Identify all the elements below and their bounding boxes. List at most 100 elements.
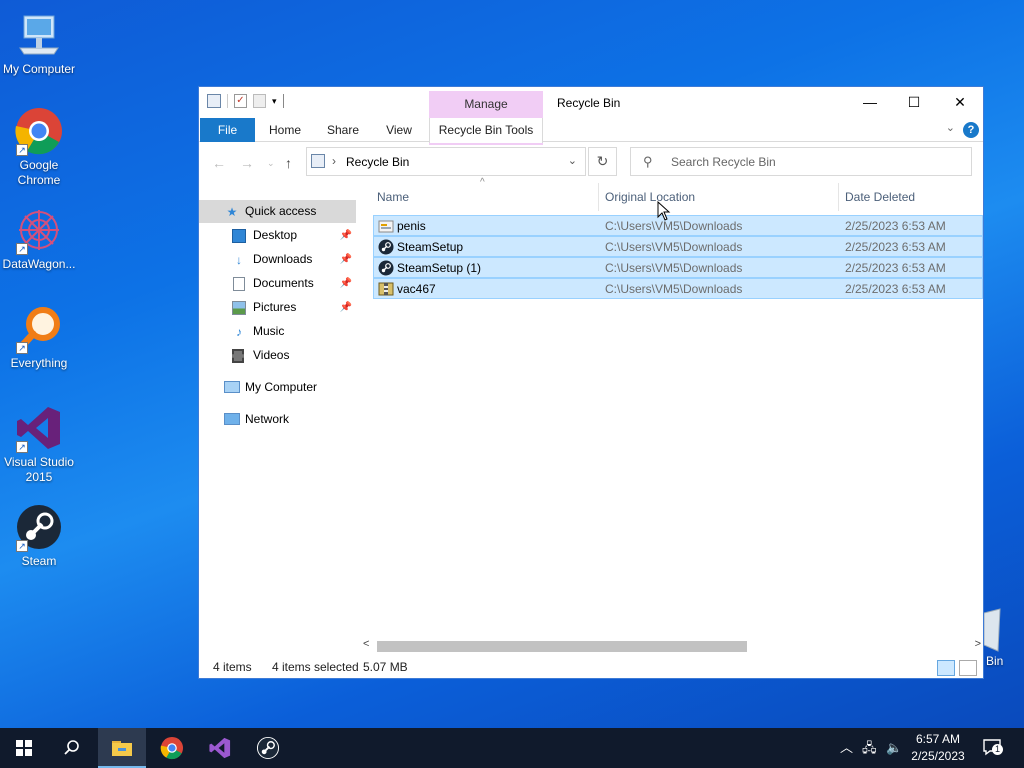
visual-studio-icon: ↗ bbox=[14, 403, 64, 453]
star-icon: ★ bbox=[226, 205, 238, 219]
sidebar-item-pictures[interactable]: Pictures 📌 bbox=[199, 296, 356, 319]
network-tray-icon[interactable]: 🖧 bbox=[862, 728, 877, 768]
file-list: ^ Name Original Location Date Deleted pe… bbox=[373, 177, 985, 638]
manage-label[interactable]: Manage bbox=[429, 97, 543, 111]
back-button[interactable]: ← bbox=[212, 155, 226, 171]
search-icon: ⚲ bbox=[643, 154, 653, 169]
installer-icon bbox=[378, 218, 394, 234]
pin-icon[interactable]: 📌 bbox=[340, 248, 352, 271]
pin-icon[interactable]: 📌 bbox=[340, 296, 352, 319]
up-button[interactable]: ↑ bbox=[285, 155, 292, 171]
column-header-name[interactable]: Name bbox=[377, 183, 597, 211]
close-button[interactable]: ✕ bbox=[937, 87, 983, 117]
maximize-button[interactable]: ☐ bbox=[891, 87, 937, 117]
table-row[interactable]: vac467 C:\Users\VM5\Downloads 2/25/2023 … bbox=[373, 278, 983, 299]
new-folder-icon[interactable] bbox=[253, 94, 266, 108]
taskbar-steam[interactable] bbox=[244, 728, 292, 768]
scroll-left-icon[interactable]: < bbox=[363, 638, 369, 650]
recent-locations-button[interactable]: ⌄ bbox=[267, 158, 275, 169]
desktop-icon-label: Everything bbox=[10, 356, 68, 370]
shortcut-arrow-icon: ↗ bbox=[16, 144, 28, 156]
sidebar-item-videos[interactable]: Videos bbox=[199, 344, 356, 367]
column-header-original-location[interactable]: Original Location bbox=[605, 183, 835, 211]
computer-icon bbox=[14, 10, 64, 60]
shortcut-arrow-icon: ↗ bbox=[16, 243, 28, 255]
title-bar[interactable]: ✓ ▾ Manage Recycle Bin — ☐ ✕ bbox=[199, 87, 983, 117]
navigation-pane: ★ Quick access Desktop 📌 ↓ Downloads 📌 D… bbox=[199, 187, 359, 667]
documents-icon bbox=[233, 277, 245, 291]
pin-icon[interactable]: 📌 bbox=[340, 272, 352, 295]
quick-access-toolbar: ✓ ▾ bbox=[207, 94, 284, 108]
windows-logo-icon bbox=[16, 739, 32, 756]
desktop-icon-label: Google Chrome bbox=[17, 158, 61, 187]
desktop-icon-everything[interactable]: ↗ Everything bbox=[0, 304, 78, 371]
computer-icon bbox=[224, 381, 240, 393]
archive-icon bbox=[378, 281, 394, 297]
taskbar-chrome[interactable] bbox=[148, 728, 196, 768]
sidebar-item-my-computer[interactable]: My Computer bbox=[199, 376, 356, 399]
start-button[interactable] bbox=[0, 728, 48, 768]
desktop-icon bbox=[232, 229, 246, 243]
taskbar-visual-studio[interactable] bbox=[196, 728, 244, 768]
mouse-cursor-icon bbox=[657, 201, 671, 221]
navigation-bar: ← → ⌄ ↑ › Recycle Bin ⌄ ↻ ⚲ Search Recyc… bbox=[199, 147, 983, 179]
scrollbar-thumb[interactable] bbox=[377, 641, 747, 652]
properties-icon[interactable]: ✓ bbox=[234, 94, 247, 108]
tab-view[interactable]: View bbox=[375, 118, 423, 142]
shortcut-arrow-icon: ↗ bbox=[16, 540, 28, 552]
sidebar-item-quick-access[interactable]: ★ Quick access bbox=[199, 200, 356, 223]
details-view-button[interactable] bbox=[937, 660, 955, 676]
pin-icon[interactable]: 📌 bbox=[340, 224, 352, 247]
sidebar-item-downloads[interactable]: ↓ Downloads 📌 bbox=[199, 248, 356, 271]
minimize-button[interactable]: — bbox=[847, 87, 893, 117]
sidebar-item-desktop[interactable]: Desktop 📌 bbox=[199, 224, 356, 247]
shortcut-arrow-icon: ↗ bbox=[16, 342, 28, 354]
chevron-down-icon[interactable]: ⌄ bbox=[568, 154, 577, 167]
status-bar: 4 items 4 items selected 5.07 MB bbox=[199, 655, 983, 679]
desktop-icon-datawagon[interactable]: ↗ DataWagon... bbox=[0, 205, 78, 272]
desktop-icon-recycle-bin[interactable]: Bin bbox=[983, 605, 1024, 668]
download-icon: ↓ bbox=[236, 253, 242, 267]
tab-file[interactable]: File bbox=[200, 118, 255, 142]
taskbar-file-explorer[interactable] bbox=[98, 728, 146, 768]
recycle-bin-icon bbox=[983, 608, 1001, 652]
tab-share[interactable]: Share bbox=[317, 118, 369, 142]
sidebar-item-documents[interactable]: Documents 📌 bbox=[199, 272, 356, 295]
scroll-right-icon[interactable]: > bbox=[975, 638, 981, 650]
column-header-date-deleted[interactable]: Date Deleted bbox=[845, 183, 975, 211]
address-bar[interactable]: › Recycle Bin ⌄ bbox=[306, 147, 586, 176]
large-icons-view-button[interactable] bbox=[959, 660, 977, 676]
desktop-icon-chrome[interactable]: ↗ Google Chrome bbox=[0, 106, 78, 188]
search-input[interactable]: ⚲ Search Recycle Bin bbox=[630, 147, 972, 176]
clock[interactable]: 6:57 AM 2/25/2023 bbox=[898, 731, 978, 765]
desktop-icon-my-computer[interactable]: My Computer bbox=[0, 10, 78, 77]
recycle-bin-small-icon bbox=[311, 154, 325, 168]
expand-ribbon-icon[interactable]: ⌄ bbox=[946, 121, 955, 134]
network-icon bbox=[224, 413, 240, 425]
sidebar-item-music[interactable]: ♪ Music bbox=[199, 320, 356, 343]
address-text: Recycle Bin bbox=[346, 155, 410, 169]
customize-qat-icon[interactable]: ▾ bbox=[272, 96, 277, 107]
desktop-icon-label: Steam bbox=[21, 554, 57, 568]
pictures-icon bbox=[232, 301, 246, 315]
desktop-icon-steam[interactable]: ↗ Steam bbox=[0, 502, 78, 569]
search-button[interactable] bbox=[48, 728, 96, 768]
selected-size: 5.07 MB bbox=[363, 660, 408, 674]
help-icon[interactable]: ? bbox=[963, 122, 979, 138]
action-center-button[interactable]: 1 bbox=[982, 738, 1003, 756]
show-hidden-icons-button[interactable]: ︿ bbox=[840, 728, 853, 768]
tab-recycle-bin-tools[interactable]: Recycle Bin Tools bbox=[429, 118, 543, 143]
desktop-icon-label: Visual Studio 2015 bbox=[4, 455, 74, 484]
desktop-icon-visual-studio[interactable]: ↗ Visual Studio 2015 bbox=[0, 403, 78, 485]
tab-home[interactable]: Home bbox=[259, 118, 311, 142]
table-row[interactable]: SteamSetup (1) C:\Users\VM5\Downloads 2/… bbox=[373, 257, 983, 278]
chevron-right-icon: › bbox=[332, 154, 336, 168]
table-row[interactable]: penis C:\Users\VM5\Downloads 2/25/2023 6… bbox=[373, 215, 983, 236]
refresh-button[interactable]: ↻ bbox=[588, 147, 617, 176]
table-row[interactable]: SteamSetup C:\Users\VM5\Downloads 2/25/2… bbox=[373, 236, 983, 257]
sidebar-item-network[interactable]: Network bbox=[199, 408, 356, 431]
videos-icon bbox=[232, 349, 244, 363]
clock-date: 2/25/2023 bbox=[911, 749, 965, 763]
horizontal-scrollbar[interactable]: < > bbox=[361, 638, 983, 655]
forward-button[interactable]: → bbox=[240, 155, 254, 171]
